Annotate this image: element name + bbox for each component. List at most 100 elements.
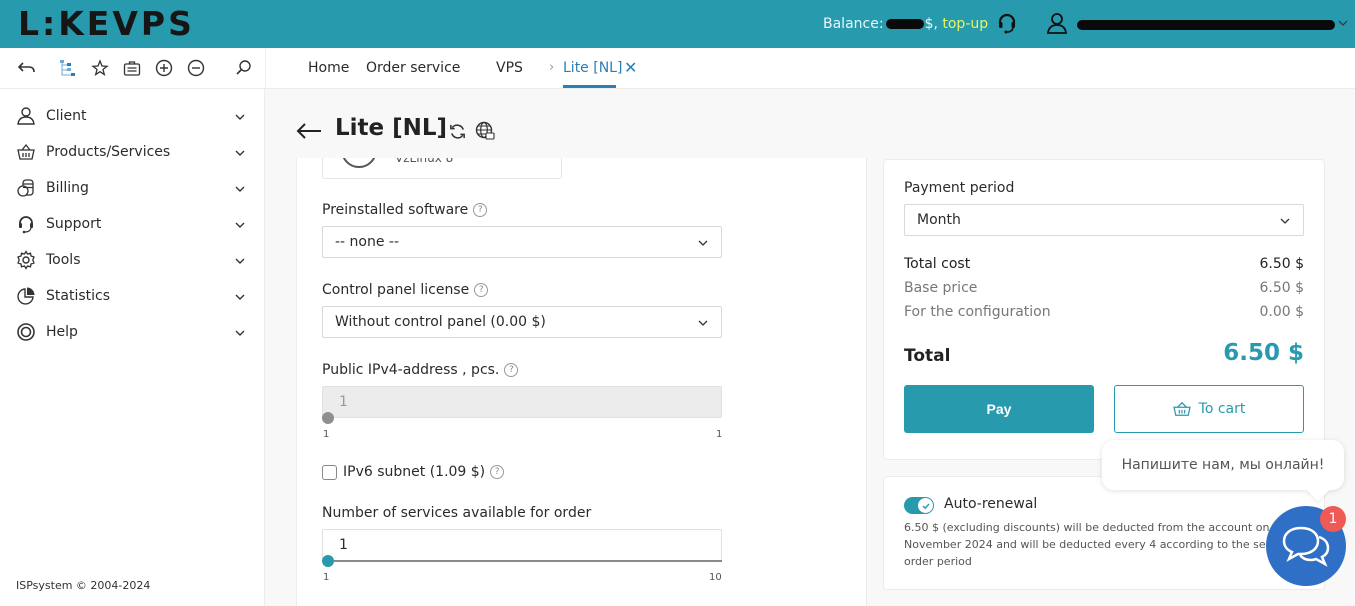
- chevron-down-icon: [235, 222, 245, 228]
- user-icon[interactable]: [1045, 11, 1069, 35]
- select-value: Without control panel (0.00 $): [335, 314, 546, 330]
- plus-circle-icon[interactable]: [154, 58, 174, 78]
- base-price-value: 6.50 $: [1259, 280, 1304, 296]
- slider-min-label: 1: [323, 429, 330, 440]
- ipv6-label: IPv6 subnet (1.09 $) ?: [343, 464, 505, 480]
- sidebar-item-statistics[interactable]: Statistics: [0, 278, 265, 314]
- field-label: Public IPv4-address , pcs.: [322, 362, 500, 378]
- chat-notification-badge: 1: [1320, 506, 1346, 532]
- gear-icon: [17, 250, 35, 270]
- services-count-label: Number of services available for order: [322, 505, 591, 521]
- sidebar-item-label: Statistics: [46, 288, 110, 304]
- ipv4-slider-thumb: [322, 412, 334, 424]
- breadcrumb-order-service[interactable]: Order service: [366, 60, 460, 76]
- help-icon[interactable]: ?: [473, 203, 488, 217]
- help-icon[interactable]: ?: [490, 465, 505, 479]
- lifebuoy-icon: [17, 323, 35, 341]
- preinstalled-software-select[interactable]: -- none --: [322, 226, 722, 258]
- services-slider-thumb[interactable]: [322, 555, 334, 567]
- help-icon[interactable]: ?: [504, 363, 519, 377]
- sidebar-item-products-services[interactable]: Products/Services: [0, 134, 265, 170]
- sidebar-item-billing[interactable]: Billing: [0, 170, 265, 206]
- headset-icon[interactable]: [996, 12, 1018, 34]
- base-price-label: Base price: [904, 280, 978, 296]
- select-value: -- none --: [335, 234, 400, 250]
- payment-period-label: Payment period: [904, 180, 1015, 196]
- ipv6-checkbox[interactable]: [322, 465, 337, 480]
- payment-period-select[interactable]: Month: [904, 204, 1304, 236]
- sidebar-item-label: Help: [46, 324, 78, 340]
- logo[interactable]: L:KEVPS: [18, 6, 195, 42]
- total-value: 6.50 $: [1223, 340, 1304, 366]
- os-name: VzLinux 8: [395, 158, 454, 165]
- chevron-down-icon[interactable]: [1337, 17, 1349, 29]
- toolbar-divider: [265, 48, 266, 89]
- chat-icon: [1282, 526, 1330, 567]
- os-logo-icon: [341, 158, 377, 168]
- coins-icon: [17, 179, 34, 197]
- close-tab-icon[interactable]: ✕: [624, 58, 637, 77]
- user-icon: [17, 107, 35, 125]
- toggle-knob: [918, 498, 933, 513]
- control-panel-label: Control panel license ?: [322, 282, 489, 298]
- config-price-label: For the configuration: [904, 304, 1051, 320]
- basket-icon: [1172, 401, 1191, 416]
- chevron-down-icon: [235, 330, 245, 336]
- balance: Balance: $, top-up: [823, 16, 988, 32]
- minus-circle-icon[interactable]: [186, 58, 206, 78]
- breadcrumb-lite-nl[interactable]: Lite [NL]: [563, 60, 622, 76]
- slider-max-label: 1: [716, 429, 723, 440]
- input-value: 1: [339, 537, 348, 553]
- tree-icon[interactable]: [58, 58, 78, 78]
- field-label: Preinstalled software: [322, 202, 469, 218]
- active-tab-indicator: [563, 85, 616, 88]
- toolbar: Home Order service VPS › Lite [NL] ✕: [0, 48, 1355, 89]
- os-template-card[interactable]: VzLinux 8: [322, 158, 562, 179]
- refresh-icon[interactable]: [448, 122, 467, 141]
- sidebar-item-support[interactable]: Support: [0, 206, 265, 242]
- ipv4-input: 1: [322, 386, 722, 418]
- services-count-input[interactable]: 1: [322, 529, 722, 561]
- config-price-value: 0.00 $: [1259, 304, 1304, 320]
- sidebar-item-tools[interactable]: Tools: [0, 242, 265, 278]
- search-icon[interactable]: [234, 58, 254, 78]
- preinstalled-software-label: Preinstalled software ?: [322, 202, 488, 218]
- balance-label: Balance:: [823, 16, 884, 32]
- chevron-down-icon: [235, 294, 245, 300]
- back-arrow-icon[interactable]: [296, 120, 322, 142]
- chat-prompt-bubble[interactable]: Напишите нам, мы онлайн!: [1102, 440, 1344, 502]
- pay-button[interactable]: Pay: [904, 385, 1094, 433]
- ipv4-label: Public IPv4-address , pcs. ?: [322, 362, 519, 378]
- star-icon[interactable]: [90, 58, 110, 78]
- chevron-down-icon: [235, 150, 245, 156]
- to-cart-label: To cart: [1198, 401, 1246, 417]
- sidebar-item-client[interactable]: Client: [0, 98, 265, 134]
- input-value: 1: [339, 394, 348, 410]
- control-panel-select[interactable]: Without control panel (0.00 $): [322, 306, 722, 338]
- breadcrumb-vps[interactable]: VPS: [496, 60, 523, 76]
- auto-renewal-description: 6.50 $ (excluding discounts) will be ded…: [904, 521, 1300, 568]
- topup-link[interactable]: top-up: [942, 16, 988, 32]
- breadcrumb-home[interactable]: Home: [308, 60, 349, 76]
- auto-renewal-toggle[interactable]: [904, 497, 934, 514]
- auto-renewal-label: Auto-renewal: [944, 496, 1038, 512]
- chevron-down-icon: [235, 186, 245, 192]
- to-cart-button[interactable]: To cart: [1114, 385, 1304, 433]
- page-title: Lite [NL]: [335, 115, 448, 141]
- globe-icon[interactable]: [475, 121, 495, 141]
- chevron-down-icon: [698, 320, 708, 326]
- sidebar-item-label: Products/Services: [46, 144, 171, 160]
- user-email-redacted[interactable]: [1077, 20, 1335, 30]
- slider-min-label: 1: [323, 572, 330, 583]
- breadcrumb-separator: ›: [549, 60, 555, 75]
- services-slider-track[interactable]: [322, 560, 722, 562]
- basket-icon: [17, 143, 35, 160]
- headset-icon: [19, 216, 33, 234]
- sidebar-item-help[interactable]: Help: [0, 314, 265, 350]
- total-cost-value: 6.50 $: [1259, 256, 1304, 272]
- back-icon[interactable]: [16, 58, 36, 78]
- chevron-down-icon: [1280, 218, 1290, 224]
- help-icon[interactable]: ?: [474, 283, 489, 297]
- copyright: ISPsystem © 2004-2024: [16, 579, 151, 592]
- briefcase-icon[interactable]: [122, 58, 142, 78]
